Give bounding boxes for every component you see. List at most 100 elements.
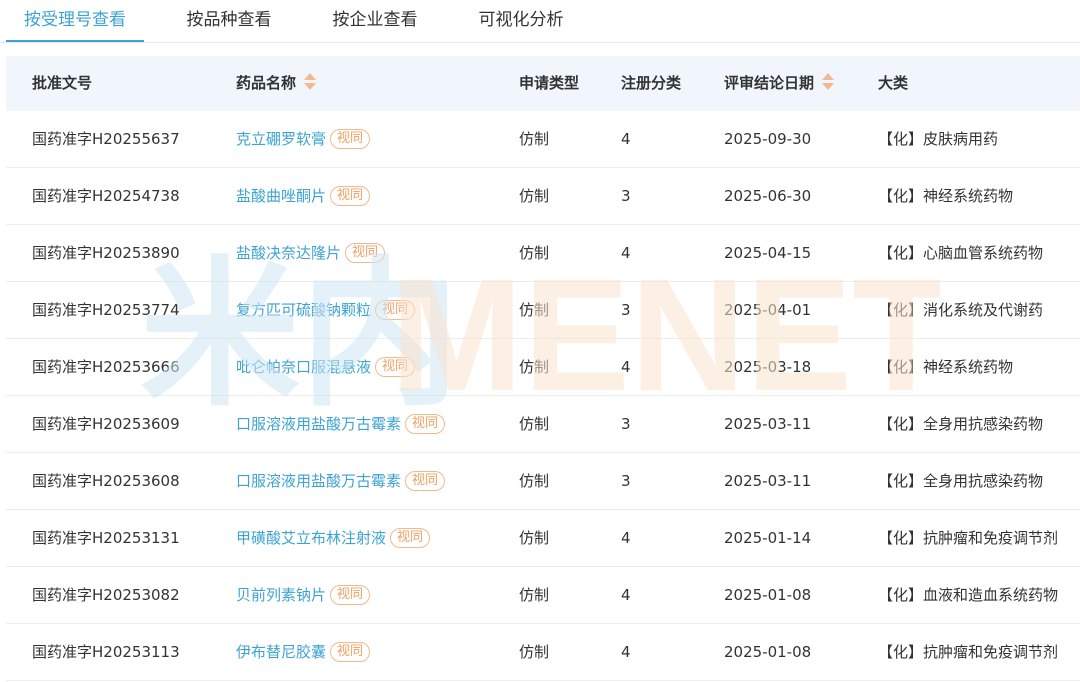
column-header-category: 大类 bbox=[878, 74, 909, 92]
table-row: 国药准字H20253609 口服溶液用盐酸万古霉素 视同 仿制 3 2025-03-11 【… bbox=[6, 396, 1080, 453]
registration-class-cell: 4 bbox=[621, 358, 631, 376]
column-header-drug-name[interactable]: 药品名称 bbox=[236, 56, 317, 111]
registration-class-cell: 3 bbox=[621, 415, 631, 433]
approval-number-cell: 国药准字H20253666 bbox=[32, 358, 180, 376]
application-type-cell: 仿制 bbox=[519, 244, 550, 262]
drug-name-cell: 克立硼罗软膏 视同 bbox=[236, 111, 371, 167]
registration-class-cell: 4 bbox=[621, 529, 631, 547]
table-row: 国药准字H20253082 贝前列素钠片 视同 仿制 4 2025-01-08 【化】血液和… bbox=[6, 567, 1080, 624]
category-cell: 【化】心脑血管系统药物 bbox=[878, 244, 1044, 262]
application-type-cell: 仿制 bbox=[519, 472, 550, 490]
application-type-cell: 仿制 bbox=[519, 301, 550, 319]
tab-visual-analysis[interactable]: 可视化分析 bbox=[464, 0, 578, 40]
approval-number-cell: 国药准字H20253608 bbox=[32, 472, 180, 490]
category-cell: 【化】神经系统药物 bbox=[878, 187, 1014, 205]
drug-name-cell: 伊布替尼胶囊 视同 bbox=[236, 624, 371, 680]
drug-name-cell: 口服溶液用盐酸万古霉素 视同 bbox=[236, 396, 446, 452]
sort-icon[interactable] bbox=[304, 72, 317, 91]
review-date-cell: 2025-04-15 bbox=[724, 244, 812, 262]
equivalence-badge: 视同 bbox=[405, 470, 446, 491]
column-header-review-date-label: 评审结论日期 bbox=[724, 74, 815, 92]
drug-name-link[interactable]: 复方匹可硫酸钠颗粒 bbox=[236, 301, 371, 319]
column-header-application-type: 申请类型 bbox=[519, 74, 580, 92]
column-header-approval-number: 批准文号 bbox=[32, 74, 93, 92]
drug-name-cell: 贝前列素钠片 视同 bbox=[236, 567, 371, 623]
registration-class-cell: 4 bbox=[621, 244, 631, 262]
equivalence-badge: 视同 bbox=[345, 242, 386, 263]
application-type-cell: 仿制 bbox=[519, 586, 550, 604]
sort-icon[interactable] bbox=[822, 72, 835, 91]
table-row: 国药准字H20255637 克立硼罗软膏 视同 仿制 4 2025-09-30 【化】皮肤病… bbox=[6, 111, 1080, 168]
category-cell: 【化】皮肤病用药 bbox=[878, 130, 999, 148]
drug-name-cell: 吡仑帕奈口服混悬液 视同 bbox=[236, 339, 416, 395]
drug-name-link[interactable]: 克立硼罗软膏 bbox=[236, 130, 326, 148]
drug-name-link[interactable]: 口服溶液用盐酸万古霉素 bbox=[236, 472, 401, 490]
table-row: 国药准字H20254738 盐酸曲唑酮片 视同 仿制 3 2025-06-30 【化】神经系… bbox=[6, 168, 1080, 225]
drug-name-link[interactable]: 盐酸决奈达隆片 bbox=[236, 244, 341, 262]
review-date-cell: 2025-03-18 bbox=[724, 358, 812, 376]
drug-name-link[interactable]: 吡仑帕奈口服混悬液 bbox=[236, 358, 371, 376]
review-date-cell: 2025-03-11 bbox=[724, 415, 812, 433]
results-table: 批准文号 药品名称 申请类型 注册分类 评审结论日期 大类 国药准字H20255… bbox=[6, 56, 1080, 682]
approval-number-cell: 国药准字H20253113 bbox=[32, 643, 180, 661]
review-date-cell: 2025-09-30 bbox=[724, 130, 812, 148]
category-cell: 【化】神经系统药物 bbox=[878, 358, 1014, 376]
tab-by-company[interactable]: 按企业查看 bbox=[318, 0, 432, 40]
registration-class-cell: 3 bbox=[621, 187, 631, 205]
application-type-cell: 仿制 bbox=[519, 130, 550, 148]
equivalence-badge: 视同 bbox=[330, 641, 371, 662]
column-header-review-date[interactable]: 评审结论日期 bbox=[724, 56, 835, 111]
table-row: 国药准字H20253113 伊布替尼胶囊 视同 仿制 4 2025-01-08 【化】抗肿瘤… bbox=[6, 624, 1080, 681]
registration-class-cell: 4 bbox=[621, 130, 631, 148]
tab-by-variety[interactable]: 按品种查看 bbox=[172, 0, 286, 40]
category-cell: 【化】抗肿瘤和免疫调节剂 bbox=[878, 643, 1059, 661]
application-type-cell: 仿制 bbox=[519, 643, 550, 661]
approval-number-cell: 国药准字H20253774 bbox=[32, 301, 180, 319]
review-date-cell: 2025-01-08 bbox=[724, 643, 812, 661]
review-date-cell: 2025-06-30 bbox=[724, 187, 812, 205]
table-row: 国药准字H20253608 口服溶液用盐酸万古霉素 视同 仿制 3 2025-03-11 【… bbox=[6, 453, 1080, 510]
application-type-cell: 仿制 bbox=[519, 529, 550, 547]
registration-class-cell: 4 bbox=[621, 586, 631, 604]
category-cell: 【化】抗肿瘤和免疫调节剂 bbox=[878, 529, 1059, 547]
table-row: 国药准字H20253890 盐酸决奈达隆片 视同 仿制 4 2025-04-15 【化】心脑… bbox=[6, 225, 1080, 282]
approval-number-cell: 国药准字H20253131 bbox=[32, 529, 180, 547]
application-type-cell: 仿制 bbox=[519, 358, 550, 376]
table-header: 批准文号 药品名称 申请类型 注册分类 评审结论日期 大类 bbox=[6, 56, 1080, 111]
approval-number-cell: 国药准字H20253609 bbox=[32, 415, 180, 433]
drug-name-link[interactable]: 伊布替尼胶囊 bbox=[236, 643, 326, 661]
drug-name-link[interactable]: 盐酸曲唑酮片 bbox=[236, 187, 326, 205]
tab-bar: 按受理号查看 按品种查看 按企业查看 可视化分析 bbox=[0, 0, 1080, 43]
equivalence-badge: 视同 bbox=[405, 413, 446, 434]
application-type-cell: 仿制 bbox=[519, 187, 550, 205]
drug-name-link[interactable]: 甲磺酸艾立布林注射液 bbox=[236, 529, 386, 547]
application-type-cell: 仿制 bbox=[519, 415, 550, 433]
review-date-cell: 2025-01-14 bbox=[724, 529, 812, 547]
equivalence-badge: 视同 bbox=[330, 584, 371, 605]
review-date-cell: 2025-03-11 bbox=[724, 472, 812, 490]
drug-name-cell: 盐酸决奈达隆片 视同 bbox=[236, 225, 386, 281]
drug-name-cell: 甲磺酸艾立布林注射液 视同 bbox=[236, 510, 431, 566]
equivalence-badge: 视同 bbox=[330, 185, 371, 206]
equivalence-badge: 视同 bbox=[375, 356, 416, 377]
drug-name-link[interactable]: 贝前列素钠片 bbox=[236, 586, 326, 604]
equivalence-badge: 视同 bbox=[375, 299, 416, 320]
registration-class-cell: 3 bbox=[621, 301, 631, 319]
review-date-cell: 2025-04-01 bbox=[724, 301, 812, 319]
category-cell: 【化】血液和造血系统药物 bbox=[878, 586, 1059, 604]
drug-name-cell: 复方匹可硫酸钠颗粒 视同 bbox=[236, 282, 416, 338]
column-header-drug-name-label: 药品名称 bbox=[236, 74, 297, 92]
review-date-cell: 2025-01-08 bbox=[724, 586, 812, 604]
approval-number-cell: 国药准字H20255637 bbox=[32, 130, 180, 148]
table-row: 国药准字H20253666 吡仑帕奈口服混悬液 视同 仿制 4 2025-03-18 【化】… bbox=[6, 339, 1080, 396]
approval-number-cell: 国药准字H20253890 bbox=[32, 244, 180, 262]
drug-name-cell: 盐酸曲唑酮片 视同 bbox=[236, 168, 371, 224]
approval-number-cell: 国药准字H20253082 bbox=[32, 586, 180, 604]
category-cell: 【化】全身用抗感染药物 bbox=[878, 472, 1044, 490]
tab-by-acceptance-number[interactable]: 按受理号查看 bbox=[6, 0, 144, 42]
equivalence-badge: 视同 bbox=[330, 128, 371, 149]
registration-class-cell: 4 bbox=[621, 643, 631, 661]
category-cell: 【化】消化系统及代谢药 bbox=[878, 301, 1044, 319]
drug-name-link[interactable]: 口服溶液用盐酸万古霉素 bbox=[236, 415, 401, 433]
approval-number-cell: 国药准字H20254738 bbox=[32, 187, 180, 205]
